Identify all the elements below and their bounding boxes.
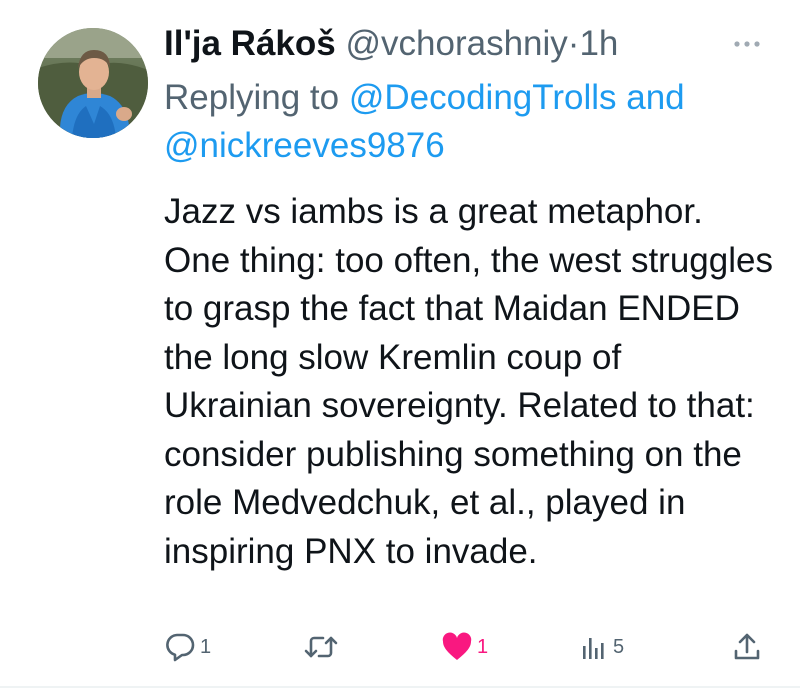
author-handle[interactable]: @vchorashniy (345, 24, 567, 63)
views-count: 5 (613, 635, 625, 658)
views-button[interactable]: 5 (579, 622, 624, 672)
tweet-divider (0, 686, 800, 688)
avatar-image (38, 28, 148, 138)
replying-to: Replying to @DecodingTrolls and @nickree… (164, 74, 764, 170)
avatar[interactable] (38, 28, 148, 138)
tweet-header: Il'ja Rákoš @vchorashniy·1h (164, 22, 618, 66)
author-display-name[interactable]: Il'ja Rákoš (164, 24, 336, 63)
heart-filled-icon (442, 632, 472, 660)
like-count: 1 (477, 635, 489, 658)
bar-chart-icon (583, 638, 604, 659)
reply-button[interactable]: 1 (164, 622, 211, 672)
share-button[interactable] (732, 622, 762, 672)
retweet-icon (304, 636, 338, 658)
reply-count: 1 (200, 635, 212, 658)
reply-mention-nickreeves[interactable]: @nickreeves9876 (164, 126, 445, 165)
tweet: Il'ja Rákoš @vchorashniy·1h Replying to … (0, 0, 800, 689)
tweet-actions: 1 1 5 (164, 622, 764, 672)
tweet-body: Jazz vs iambs is a great metaphor. One t… (164, 192, 773, 571)
reply-mention-decodingtrolls[interactable]: @DecodingTrolls (349, 78, 617, 117)
reply-conjunction: and (626, 78, 685, 117)
retweet-button[interactable] (304, 622, 342, 672)
reply-bubble-icon (166, 633, 195, 662)
time-separator: · (567, 24, 580, 63)
replying-to-label: Replying to (164, 78, 340, 117)
more-horizontal-icon (734, 41, 760, 47)
like-button[interactable]: 1 (441, 622, 488, 672)
share-upload-icon (734, 633, 760, 660)
tweet-timestamp[interactable]: 1h (579, 24, 618, 63)
more-options-button[interactable] (730, 34, 764, 54)
